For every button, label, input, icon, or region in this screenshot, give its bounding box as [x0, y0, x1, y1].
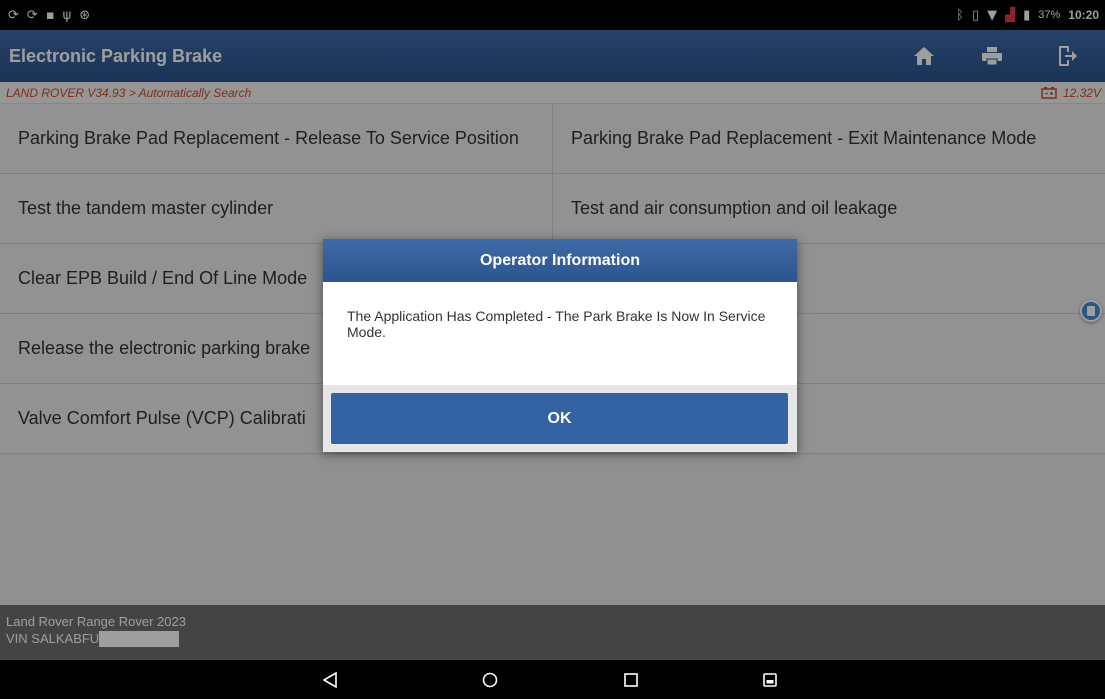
- dialog-actions: OK: [323, 385, 797, 452]
- screenshot-button[interactable]: [757, 667, 783, 693]
- ok-button[interactable]: OK: [331, 393, 788, 444]
- square-recents-icon: [624, 673, 638, 687]
- back-button[interactable]: [317, 667, 343, 693]
- back-icon: [323, 672, 337, 688]
- home-nav-button[interactable]: [477, 667, 503, 693]
- dialog-title: Operator Information: [323, 239, 797, 282]
- system-nav-bar: [0, 660, 1105, 699]
- recents-button[interactable]: [618, 667, 644, 693]
- operator-info-dialog: Operator Information The Application Has…: [323, 239, 797, 452]
- circle-home-icon: [482, 672, 498, 688]
- screenshot-icon: [763, 673, 777, 687]
- dialog-message: The Application Has Completed - The Park…: [347, 308, 766, 340]
